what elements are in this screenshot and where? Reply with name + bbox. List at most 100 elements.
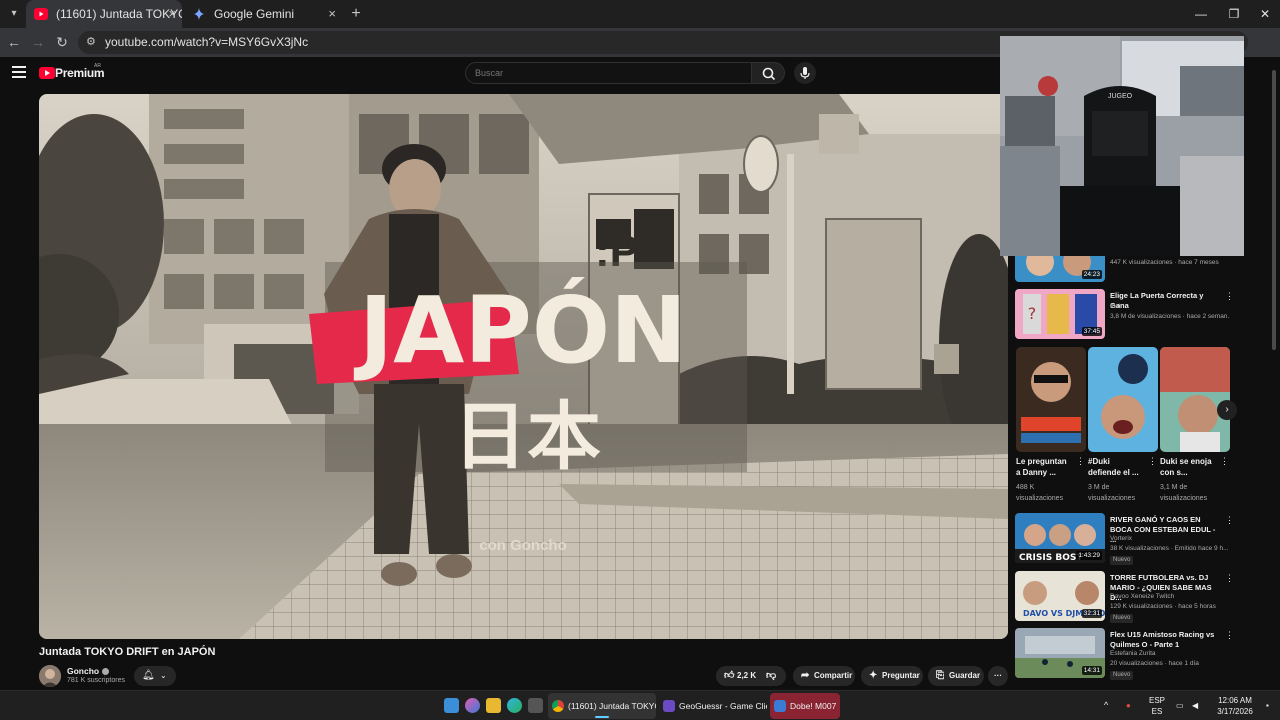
- notification-bell-button[interactable]: 🔔︎ ⌄: [134, 666, 176, 686]
- taskbar-app-label: Dobe! M007: [790, 701, 837, 711]
- short-views: 3 M de visualizaciones: [1088, 484, 1136, 502]
- calculator-icon[interactable]: [528, 698, 543, 713]
- more-options-icon[interactable]: ⋮: [1225, 573, 1234, 584]
- clock[interactable]: 12:06 AM 3/17/2026: [1210, 695, 1260, 717]
- language-indicator[interactable]: ESP ES: [1146, 695, 1168, 717]
- tab-gemini[interactable]: Google Gemini ×: [184, 0, 342, 28]
- save-label: Guardar: [949, 671, 981, 680]
- video-thumbnail[interactable]: 14:31: [1015, 628, 1105, 678]
- url-text[interactable]: youtube.com/watch?v=MSY6GvX3jNc: [105, 31, 308, 54]
- list-item[interactable]: 24:23 447 K visualizaciones · hace 7 mes…: [1015, 256, 1255, 284]
- short-item[interactable]: Duki se enoja con s... 3,1 M de visualiz…: [1160, 347, 1230, 502]
- voice-search-button[interactable]: [794, 62, 816, 84]
- scrollbar-thumb[interactable]: [1272, 70, 1276, 350]
- more-options-icon[interactable]: ⋮: [1225, 515, 1234, 526]
- chevron-up-icon[interactable]: ^: [1104, 700, 1108, 711]
- notifications-icon[interactable]: ▪: [1266, 700, 1269, 711]
- copilot-icon[interactable]: [465, 698, 480, 713]
- list-item[interactable]: DAVO VS DJMARIO 32:31 TORRE FUTBOLERA vs…: [1015, 571, 1255, 623]
- more-actions-button[interactable]: ···: [988, 666, 1008, 686]
- channel-avatar[interactable]: [39, 665, 61, 687]
- thumbnail-image: [1088, 347, 1158, 452]
- language-sub: ES: [1151, 707, 1163, 716]
- video-player[interactable]: :P JAPÓN 日本 con Goncho: [39, 94, 1008, 639]
- short-title[interactable]: #Duki defiende el ...: [1088, 456, 1144, 478]
- taskbar-app-label: GeoGuessr - Game Clier: [679, 701, 767, 711]
- new-badge: Nuevo: [1110, 671, 1134, 680]
- more-options-icon[interactable]: ⋮: [1148, 456, 1157, 467]
- video-duration: 14:31: [1081, 666, 1102, 675]
- youtube-play-icon: [39, 67, 55, 79]
- video-thumbnail[interactable]: CRISIS BOST 1:43:29: [1015, 513, 1105, 563]
- edge-icon[interactable]: [507, 698, 522, 713]
- more-options-icon[interactable]: ⋮: [1225, 291, 1234, 302]
- file-explorer-icon[interactable]: [486, 698, 501, 713]
- verified-icon: [102, 668, 110, 676]
- tab-youtube[interactable]: (11601) Juntada TOKYO DRIFT e ×: [26, 0, 182, 28]
- like-button[interactable]: 👍︎ 2,2 K 👎︎: [716, 666, 786, 686]
- short-views: 488 K visualizaciones: [1016, 484, 1064, 502]
- tab-close-icon[interactable]: ×: [328, 0, 336, 28]
- list-item[interactable]: 14:31 Flex U15 Amistoso Racing vs Quilme…: [1015, 628, 1255, 680]
- video-channel[interactable]: Davoo Xeneize Twitch: [1110, 593, 1174, 600]
- video-channel[interactable]: Vorterix: [1110, 535, 1132, 542]
- search-input[interactable]: [465, 62, 752, 84]
- chevron-right-icon[interactable]: ›: [1217, 400, 1237, 420]
- country-code: AR: [94, 63, 101, 69]
- close-window-icon[interactable]: ✕: [1248, 0, 1280, 28]
- more-options-icon[interactable]: ⋮: [1225, 630, 1234, 641]
- share-button[interactable]: ➦ Compartir: [793, 666, 855, 686]
- short-item[interactable]: Le preguntan a Danny ... 488 K visualiza…: [1016, 347, 1086, 502]
- video-channel[interactable]: Estefania Zurita: [1110, 650, 1156, 657]
- channel-name-text[interactable]: Goncho: [67, 666, 99, 676]
- forward-icon[interactable]: →: [28, 32, 48, 52]
- list-item[interactable]: ? 37:45 Elige La Puerta Correcta y Gana …: [1015, 289, 1255, 341]
- microphone-tray-icon[interactable]: ●: [1126, 700, 1131, 711]
- search-button[interactable]: [751, 62, 785, 84]
- taskbar-app-dobe[interactable]: Dobe! M007: [770, 693, 840, 719]
- svg-text:JUGEO: JUGEO: [1108, 93, 1133, 100]
- short-thumbnail[interactable]: [1016, 347, 1086, 452]
- related-sidebar: 24:23 447 K visualizaciones · hace 7 mes…: [1015, 256, 1271, 690]
- tab-close-icon[interactable]: ×: [168, 0, 176, 28]
- ask-label: Preguntar: [882, 671, 920, 680]
- taskbar-app-geoguessr[interactable]: GeoGuessr - Game Clier: [659, 693, 767, 719]
- minimize-icon[interactable]: —: [1184, 0, 1218, 28]
- save-button[interactable]: ⎘ Guardar: [928, 666, 984, 686]
- menu-icon[interactable]: [12, 66, 26, 78]
- short-title[interactable]: Duki se enoja con s...: [1160, 456, 1216, 478]
- new-badge: Nuevo: [1110, 614, 1134, 623]
- new-tab-button[interactable]: +: [346, 4, 366, 24]
- network-icon[interactable]: ▭: [1176, 700, 1184, 711]
- short-thumbnail[interactable]: [1160, 347, 1230, 452]
- site-info-icon[interactable]: ⚙: [86, 36, 100, 49]
- taskbar: (11601) Juntada TOKYO D GeoGuessr - Game…: [0, 690, 1280, 720]
- volume-icon[interactable]: ◀: [1192, 700, 1198, 711]
- scrollbar[interactable]: [1271, 60, 1277, 690]
- ask-button[interactable]: ✦ Preguntar: [861, 666, 923, 686]
- video-thumbnail[interactable]: DAVO VS DJMARIO 32:31: [1015, 571, 1105, 621]
- restore-icon[interactable]: ❐: [1217, 0, 1251, 28]
- short-thumbnail[interactable]: [1088, 347, 1158, 452]
- back-icon[interactable]: ←: [4, 32, 24, 52]
- more-options-icon[interactable]: ⋮: [1076, 456, 1085, 467]
- reload-icon[interactable]: ↻: [52, 32, 72, 52]
- short-title[interactable]: Le preguntan a Danny ...: [1016, 456, 1072, 478]
- more-options-icon[interactable]: ⋮: [1220, 456, 1229, 467]
- language-code: ESP: [1148, 696, 1165, 705]
- taskbar-app-chrome[interactable]: (11601) Juntada TOKYO D: [548, 693, 656, 719]
- app-icon: [774, 700, 786, 712]
- video-channel[interactable]: Ibai: [1110, 303, 1120, 310]
- tab-search-icon[interactable]: ▾: [4, 4, 24, 24]
- video-title[interactable]: Elige La Puerta Correcta y Gana: [1110, 291, 1222, 311]
- short-item[interactable]: #Duki defiende el ... 3 M de visualizaci…: [1088, 347, 1158, 502]
- list-item[interactable]: CRISIS BOST 1:43:29 RIVER GANÓ Y CAOS EN…: [1015, 513, 1255, 565]
- video-title[interactable]: Flex U15 Amistoso Racing vs Quilmes O - …: [1110, 630, 1222, 650]
- video-meta: 38 K visualizaciones · Emitido hace 9 h.…: [1110, 545, 1229, 552]
- windows-start-icon[interactable]: [444, 698, 459, 713]
- thumbs-down-icon[interactable]: 👎︎: [766, 666, 776, 686]
- video-thumbnail[interactable]: 24:23: [1015, 256, 1105, 282]
- channel-name[interactable]: Goncho: [67, 666, 110, 676]
- video-thumbnail[interactable]: ? 37:45: [1015, 289, 1105, 339]
- video-meta: 3,8 M de visualizaciones · hace 2 seman.…: [1110, 313, 1230, 320]
